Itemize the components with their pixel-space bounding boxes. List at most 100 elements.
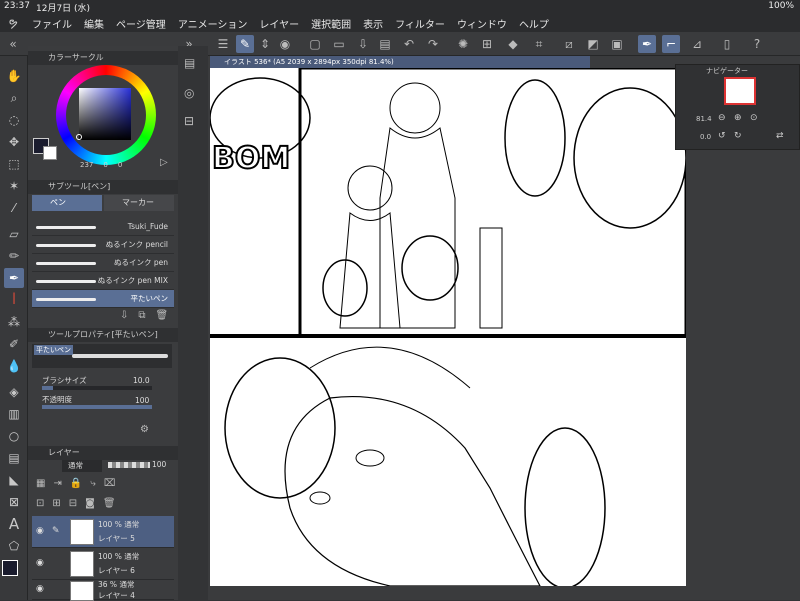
eye-icon[interactable]: ◉ <box>36 526 44 536</box>
select-tool-icon[interactable]: ⬚ <box>4 154 24 174</box>
brush-size-value[interactable]: 10.0 <box>133 376 150 385</box>
menu-page[interactable]: ページ管理 <box>110 16 172 31</box>
clip-icon[interactable]: ⇥ <box>53 478 61 489</box>
save-icon[interactable]: ⇩ <box>354 35 372 53</box>
frame-tool-icon[interactable]: ▤ <box>4 448 24 468</box>
reference-icon[interactable]: ⤷ <box>90 478 96 489</box>
hamburger-menu-icon[interactable]: ☰ <box>214 35 232 53</box>
layer-row[interactable]: ◉ ✎ 100 % 通常 レイヤー 5 <box>32 516 174 548</box>
eraser-tool-icon[interactable]: ▱ <box>4 224 24 244</box>
export-icon[interactable]: ▤ <box>376 35 394 53</box>
main-color-swatch[interactable] <box>2 560 18 576</box>
navigator-rotation[interactable]: 0.0 <box>700 133 711 141</box>
lock-icon[interactable]: 🔒 <box>70 478 82 489</box>
new-raster-layer-icon[interactable]: ⊡ <box>36 498 44 509</box>
transform-icon[interactable]: ⊞ <box>478 35 496 53</box>
brush-item[interactable]: ぬるインク pen <box>32 254 174 272</box>
help-icon[interactable]: ? <box>748 35 766 53</box>
new-file-icon[interactable]: ▢ <box>306 35 324 53</box>
loading-icon[interactable]: ✺ <box>454 35 472 53</box>
opacity-slider[interactable] <box>42 405 152 409</box>
brush-tool-icon[interactable]: ꟾ <box>4 290 24 310</box>
lasso-tool-icon[interactable]: ◌ <box>4 110 24 130</box>
pencil-tool-icon[interactable]: ✏ <box>4 246 24 266</box>
zoom-tool-icon[interactable]: ⌕ <box>4 88 24 108</box>
edit-mode-icon[interactable]: ✎ <box>236 35 254 53</box>
balloon-tool-icon[interactable]: ⊠ <box>4 492 24 512</box>
eyedropper-icon[interactable]: ⁄ <box>4 198 24 218</box>
ruler-icon[interactable]: ⊿ <box>688 35 706 53</box>
shape-tool-icon[interactable]: ○ <box>4 426 24 446</box>
navigator-preview[interactable] <box>724 77 756 105</box>
download-icon[interactable]: ⇩ <box>120 310 128 321</box>
pen-tool-icon[interactable]: ✒ <box>4 268 24 288</box>
undo-icon[interactable]: ↶ <box>400 35 418 53</box>
menu-animation[interactable]: アニメーション <box>172 16 254 31</box>
layer-opacity-slider[interactable] <box>108 462 150 468</box>
lock-transparent-icon[interactable]: ▦ <box>36 478 45 489</box>
deselect-icon[interactable]: ⧄ <box>560 35 578 53</box>
blend-mode-select[interactable]: 通常 <box>62 460 102 472</box>
menu-edit[interactable]: 編集 <box>78 16 110 31</box>
trash-icon[interactable]: 🗑 <box>156 310 169 321</box>
color-settings-icon[interactable]: ▷ <box>160 157 168 168</box>
eye-icon[interactable]: ◉ <box>36 558 44 568</box>
transform-tool-icon[interactable]: ⬠ <box>4 536 24 556</box>
app-logo-icon[interactable]: ຯ <box>0 16 26 30</box>
delete-layer-icon[interactable]: 🗑 <box>103 498 116 509</box>
selection-border-icon[interactable]: ▣ <box>608 35 626 53</box>
layer-opacity-value[interactable]: 100 <box>152 460 166 469</box>
saturation-value-square[interactable] <box>79 88 131 140</box>
layer-row[interactable]: ◉ 100 % 通常 レイヤー 6 <box>32 548 174 580</box>
menu-window[interactable]: ウィンドウ <box>451 16 513 31</box>
zoom-out-icon[interactable]: ⊖ <box>718 113 726 123</box>
zoom-in-icon[interactable]: ⊕ <box>734 113 742 123</box>
brush-item-selected[interactable]: 平たいペン <box>32 290 174 308</box>
water-drop-icon[interactable]: 💧 <box>4 356 24 376</box>
sub-current-swatch[interactable] <box>43 146 57 160</box>
layer-row[interactable]: ◉ 36 % 通常 レイヤー 4 <box>32 578 174 601</box>
menu-selection[interactable]: 選択範囲 <box>305 16 357 31</box>
brush-mode-icon[interactable]: ⌐ <box>662 35 680 53</box>
brush-size-slider[interactable] <box>42 386 152 390</box>
color-picker-cursor[interactable] <box>76 134 82 140</box>
brush-item[interactable]: ぬるインク pen MIX <box>32 272 174 290</box>
mask-icon[interactable]: ◙ <box>85 498 95 509</box>
brush-item[interactable]: Tsuki_Fude <box>32 218 174 236</box>
menu-file[interactable]: ファイル <box>26 16 78 31</box>
new-folder-icon[interactable]: ⊟ <box>69 498 77 509</box>
menu-view[interactable]: 表示 <box>357 16 389 31</box>
material-dock-icon[interactable]: ⊟ <box>184 114 194 128</box>
phone-icon[interactable]: ▯ <box>718 35 736 53</box>
fill-tool-icon[interactable]: ◈ <box>4 382 24 402</box>
chevron-updown-icon[interactable]: ⇕ <box>256 35 274 53</box>
canvas-tab[interactable]: イラスト 536* (A5 2039 x 2894px 350dpi 81.4%… <box>210 56 590 68</box>
ruler-tool-icon[interactable]: ◣ <box>4 470 24 490</box>
manga-page[interactable]: BOM <box>210 68 686 586</box>
redo-icon[interactable]: ↷ <box>424 35 442 53</box>
draft-icon[interactable]: ⌧ <box>104 478 116 489</box>
opacity-value[interactable]: 100 <box>135 396 149 405</box>
special-mode-icon[interactable]: ◉ <box>276 35 294 53</box>
airbrush-tool-icon[interactable]: ⁂ <box>4 312 24 332</box>
menu-filter[interactable]: フィルター <box>389 16 451 31</box>
menu-layer[interactable]: レイヤー <box>253 16 305 31</box>
brush-item[interactable]: ぬるインク pencil <box>32 236 174 254</box>
rotate-left-icon[interactable]: ↺ <box>718 131 726 141</box>
settings-icon[interactable]: ⚙ <box>140 424 149 435</box>
subtool-tab-pen[interactable]: ペン <box>32 195 102 211</box>
fill-icon[interactable]: ◆ <box>504 35 522 53</box>
flip-icon[interactable]: ⇄ <box>776 131 784 141</box>
magic-wand-icon[interactable]: ✶ <box>4 176 24 196</box>
text-tool-icon[interactable]: A <box>4 514 24 534</box>
duplicate-icon[interactable]: ⧉ <box>138 310 145 321</box>
blend-tool-icon[interactable]: ✐ <box>4 334 24 354</box>
rotate-right-icon[interactable]: ↻ <box>734 131 742 141</box>
new-vector-layer-icon[interactable]: ⊞ <box>52 498 60 509</box>
pen-mode-icon[interactable]: ✒ <box>638 35 656 53</box>
eye-icon[interactable]: ◉ <box>36 584 44 594</box>
fit-icon[interactable]: ⊙ <box>750 113 758 123</box>
invert-selection-icon[interactable]: ◩ <box>584 35 602 53</box>
subtool-tab-marker[interactable]: マーカー <box>104 195 174 211</box>
select-icon[interactable]: ⌗ <box>530 35 548 53</box>
